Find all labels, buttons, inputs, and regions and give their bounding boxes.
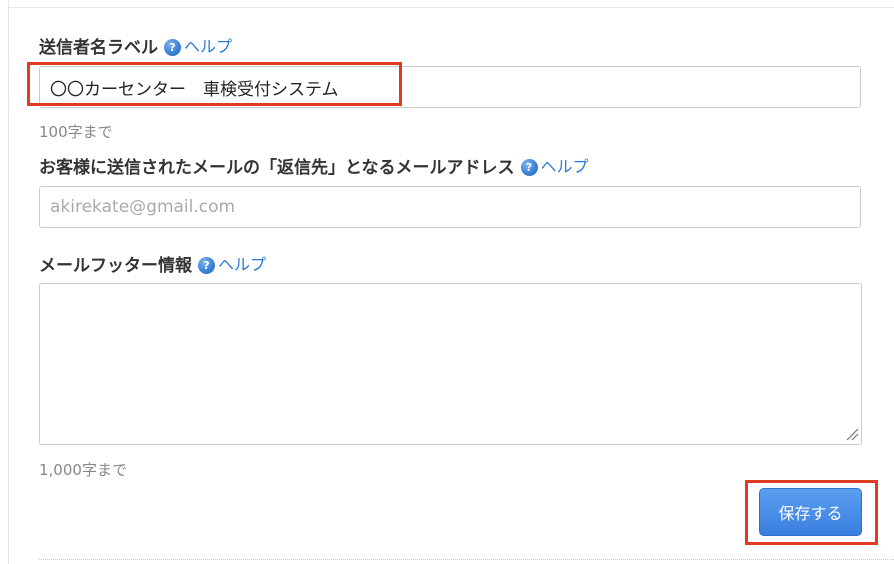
footer-char-limit: 1,000字まで: [39, 461, 127, 479]
help-icon[interactable]: ?: [198, 256, 215, 274]
footer-label-title: メールフッター情報: [39, 255, 192, 276]
help-icon[interactable]: ?: [520, 158, 538, 176]
footer-label-row: メールフッター情報 ? ヘルプ: [39, 251, 266, 276]
help-icon[interactable]: ?: [164, 38, 181, 56]
reply-to-label-title: お客様に送信されたメールの「返信先」となるメールアドレス: [39, 157, 515, 178]
sender-label-char-limit: 100字まで: [39, 123, 113, 141]
sender-label-input[interactable]: [39, 66, 861, 108]
sender-label-row: 送信者名ラベル ? ヘルプ: [39, 33, 232, 58]
footer-textarea[interactable]: [39, 283, 862, 445]
reply-to-label-row: お客様に送信されたメールの「返信先」となるメールアドレス ? ヘルプ: [39, 153, 589, 178]
sender-label-help-link[interactable]: ヘルプ: [184, 33, 232, 57]
top-border-line: [8, 7, 894, 8]
sender-label-title: 送信者名ラベル: [39, 37, 158, 58]
footer-help-link[interactable]: ヘルプ: [218, 251, 266, 275]
resize-handle-icon[interactable]: [845, 427, 859, 441]
save-button[interactable]: 保存する: [759, 488, 862, 536]
bottom-divider: [39, 559, 894, 560]
reply-to-help-link[interactable]: ヘルプ: [541, 153, 589, 177]
left-border-line: [8, 0, 9, 564]
reply-to-email-input[interactable]: [39, 186, 861, 228]
